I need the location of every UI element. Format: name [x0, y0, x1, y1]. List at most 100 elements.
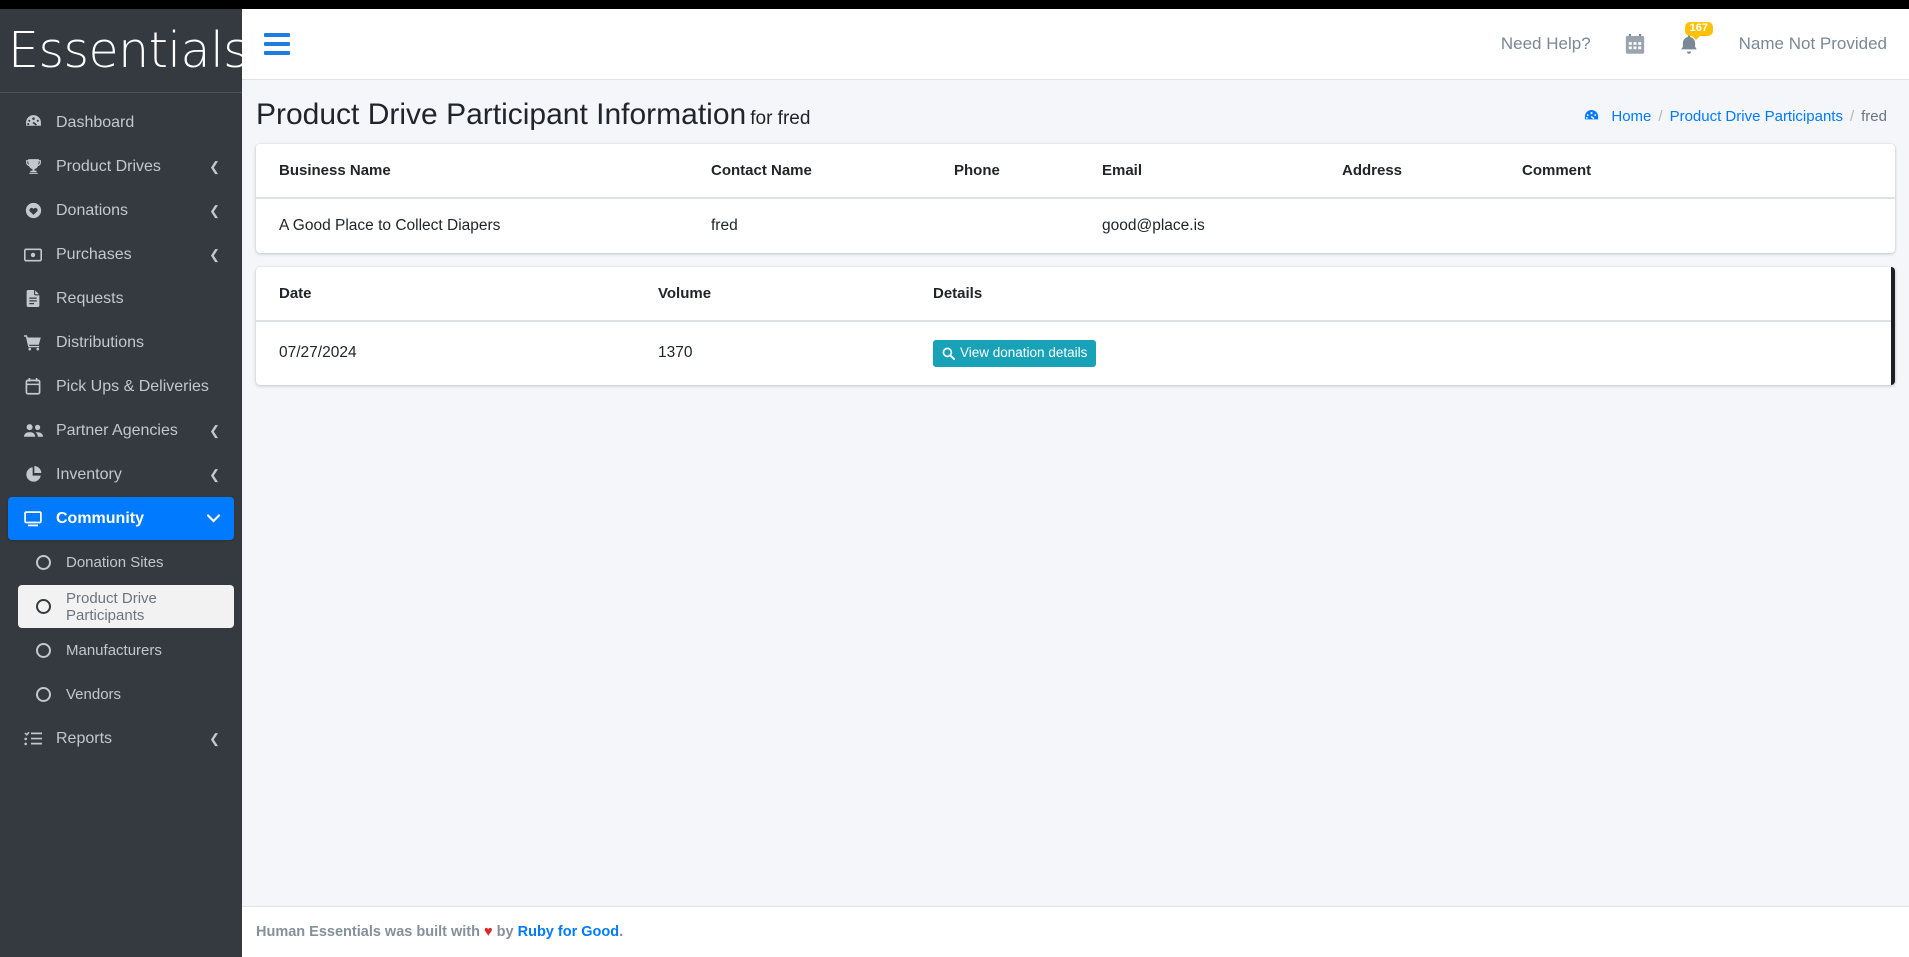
- circle-icon: [30, 643, 56, 658]
- brand-logo[interactable]: Essentials: [0, 9, 242, 93]
- table-vertical-scrollbar[interactable]: [1891, 267, 1895, 385]
- navbar-right-group: Need Help? 167 Name Not Provided: [1501, 22, 1887, 57]
- sidebar-item-label: Reports: [56, 729, 113, 747]
- table-body: 07/27/2024 1370 View donation details: [256, 321, 1895, 385]
- breadcrumb-separator: /: [1849, 108, 1855, 125]
- sidebar-item-label: Donations: [56, 201, 129, 219]
- table-row: 07/27/2024 1370 View donation details: [256, 321, 1895, 385]
- breadcrumb-section-link[interactable]: Product Drive Participants: [1670, 108, 1843, 125]
- hamburger-icon[interactable]: [264, 33, 292, 55]
- sidebar-item-partner-agencies[interactable]: Partner Agencies ❮: [8, 409, 234, 452]
- sidebar-item-product-drives[interactable]: Product Drives ❮: [8, 145, 234, 188]
- col-volume: Volume: [658, 267, 933, 322]
- col-address: Address: [1342, 144, 1522, 199]
- sidebar-item-label: Product Drives: [56, 157, 161, 175]
- col-phone: Phone: [954, 144, 1102, 199]
- cart-icon: [20, 334, 46, 351]
- search-icon: [942, 347, 955, 360]
- cell-comment: [1522, 198, 1895, 253]
- table-head: Business Name Contact Name Phone Email A…: [256, 144, 1895, 199]
- sidebar-item-label: Partner Agencies: [56, 421, 178, 439]
- cell-volume: 1370: [658, 344, 693, 362]
- notification-count-badge: 167: [1684, 22, 1714, 40]
- dashboard-icon: [20, 114, 46, 131]
- sidebar-item-label: Requests: [56, 289, 124, 307]
- cell-date: 07/27/2024: [279, 344, 357, 362]
- users-icon: [20, 423, 46, 438]
- footer-suffix: .: [619, 924, 624, 940]
- list-check-icon: [20, 731, 46, 746]
- sidebar: Essentials Dashboard Product Drives ❮ Do…: [0, 9, 242, 957]
- user-menu[interactable]: Name Not Provided: [1739, 34, 1887, 54]
- cell-email: good@place.is: [1102, 217, 1205, 234]
- sidebar-item-product-drive-participants[interactable]: Product Drive Participants: [18, 585, 234, 628]
- sidebar-item-label: Product Drive Participants: [66, 589, 157, 624]
- breadcrumb-home-link[interactable]: Home: [1611, 108, 1651, 125]
- sidebar-item-requests[interactable]: Requests: [8, 277, 234, 320]
- sidebar-item-dashboard[interactable]: Dashboard: [8, 101, 234, 144]
- sidebar-item-purchases[interactable]: Purchases ❮: [8, 233, 234, 276]
- donations-table: Date Volume Details 07/27/2024 1370 View…: [256, 267, 1895, 385]
- calendar-icon[interactable]: [1625, 33, 1645, 55]
- col-business-name: Business Name: [256, 144, 711, 199]
- sidebar-item-pickups-deliveries[interactable]: Pick Ups & Deliveries: [8, 365, 234, 408]
- chevron-left-icon: ❮: [209, 422, 220, 438]
- page-title-suffix: for fred: [750, 108, 811, 129]
- cell-contact-name: fred: [711, 217, 738, 234]
- col-date: Date: [256, 267, 658, 322]
- brand-name: Essentials: [8, 22, 242, 79]
- breadcrumb-current: fred: [1861, 108, 1887, 125]
- footer-middle: by: [496, 924, 514, 940]
- sidebar-item-community[interactable]: Community: [8, 497, 234, 540]
- sidebar-item-label: Distributions: [56, 333, 145, 351]
- calendar-icon: [20, 378, 46, 395]
- chevron-left-icon: ❮: [209, 158, 220, 174]
- table-header-row: Date Volume Details: [256, 267, 1895, 322]
- sidebar-item-manufacturers[interactable]: Manufacturers: [18, 629, 234, 672]
- circle-icon: [30, 555, 56, 570]
- sidebar-item-reports[interactable]: Reports ❮: [8, 717, 234, 760]
- notifications-bell[interactable]: 167: [1679, 22, 1714, 57]
- circle-icon: [30, 687, 56, 702]
- col-details: Details: [933, 267, 1895, 322]
- heart-circle-icon: [20, 202, 46, 219]
- sidebar-item-distributions[interactable]: Distributions: [8, 321, 234, 364]
- col-contact-name: Contact Name: [711, 144, 954, 199]
- sidebar-item-label: Purchases: [56, 245, 132, 263]
- page-title: Product Drive Participant Information for…: [256, 98, 810, 132]
- top-navbar: Need Help? 167 Name Not Provided: [242, 9, 1909, 80]
- sidebar-item-label: Community: [56, 509, 144, 527]
- view-donation-details-button[interactable]: View donation details: [933, 340, 1097, 367]
- col-comment: Comment: [1522, 144, 1895, 199]
- pie-chart-icon: [20, 466, 46, 483]
- page-header: Product Drive Participant Information for…: [242, 80, 1909, 144]
- table-head: Date Volume Details: [256, 267, 1895, 322]
- sidebar-item-label: Vendors: [66, 686, 122, 703]
- breadcrumb-separator: /: [1658, 108, 1663, 125]
- ruby-for-good-link[interactable]: Ruby for Good: [518, 924, 620, 940]
- trophy-icon: [20, 158, 46, 175]
- sidebar-item-donation-sites[interactable]: Donation Sites: [18, 541, 234, 584]
- sidebar-item-label: Inventory: [56, 465, 122, 483]
- cell-business-name: A Good Place to Collect Diapers: [279, 217, 501, 234]
- content-area: Need Help? 167 Name Not Provided Product…: [242, 9, 1909, 957]
- table-header-row: Business Name Contact Name Phone Email A…: [256, 144, 1895, 199]
- button-label: View donation details: [960, 345, 1088, 360]
- page-title-main: Product Drive Participant Information: [256, 98, 747, 131]
- table-body: A Good Place to Collect Diapers fred goo…: [256, 198, 1895, 253]
- sidebar-item-inventory[interactable]: Inventory ❮: [8, 453, 234, 496]
- app-root: Essentials Dashboard Product Drives ❮ Do…: [0, 0, 1909, 957]
- need-help-link[interactable]: Need Help?: [1501, 34, 1591, 54]
- sidebar-item-label: Manufacturers: [66, 642, 162, 659]
- desktop-icon: [20, 510, 46, 527]
- cell-details: View donation details: [933, 321, 1895, 385]
- sidebar-item-label: Dashboard: [56, 113, 135, 131]
- sidebar-item-label: Donation Sites: [66, 554, 164, 571]
- participant-info-table: Business Name Contact Name Phone Email A…: [256, 144, 1895, 253]
- col-email: Email: [1102, 144, 1342, 199]
- sidebar-item-label: Pick Ups & Deliveries: [56, 377, 209, 395]
- footer-prefix: Human Essentials was built with: [256, 924, 480, 940]
- sidebar-item-vendors[interactable]: Vendors: [18, 673, 234, 716]
- sidebar-item-donations[interactable]: Donations ❮: [8, 189, 234, 232]
